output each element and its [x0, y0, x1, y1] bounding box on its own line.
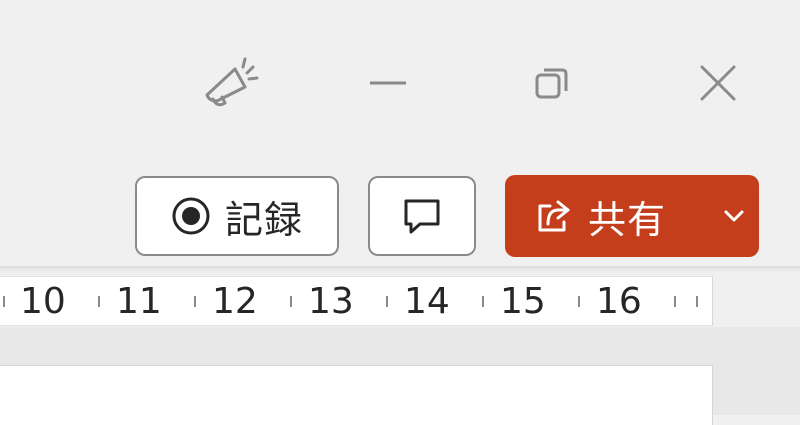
- ruler-tick: [3, 296, 5, 307]
- close-icon: [700, 65, 736, 101]
- share-dropdown-button[interactable]: [709, 175, 759, 257]
- horizontal-ruler[interactable]: 10 11 12 13 14 15 16: [0, 276, 713, 326]
- megaphone-icon[interactable]: [190, 52, 270, 114]
- ruler-tick: [674, 296, 676, 307]
- ruler-number: 16: [596, 281, 642, 322]
- ruler-number: 14: [404, 281, 450, 322]
- ruler-number: 10: [20, 281, 66, 322]
- share-arrow-icon: [538, 200, 570, 232]
- restore-icon: [535, 68, 568, 99]
- restore-button[interactable]: [514, 52, 590, 114]
- ruler-tick: [482, 296, 484, 307]
- ruler-number: 13: [308, 281, 354, 322]
- record-dot-icon: [172, 197, 210, 235]
- ruler-tick: [194, 296, 196, 307]
- ruler-tick: [386, 296, 388, 307]
- ribbon-shadow: [0, 266, 800, 272]
- ribbon-toolbar: 記録 共有: [0, 160, 800, 268]
- ruler-number: 12: [212, 281, 258, 322]
- ruler-number: 15: [500, 281, 546, 322]
- record-button-label: 記録: [224, 197, 303, 242]
- share-main-action[interactable]: 共有: [505, 175, 695, 257]
- title-bar: [0, 0, 800, 160]
- comments-button[interactable]: [368, 176, 476, 256]
- ruler-tick: [696, 296, 698, 307]
- ruler-tick: [578, 296, 580, 307]
- close-button[interactable]: [680, 52, 756, 114]
- ruler-number: 11: [116, 281, 162, 322]
- minimize-button[interactable]: [350, 52, 426, 114]
- chevron-down-icon: [724, 210, 744, 222]
- comment-icon: [404, 199, 440, 234]
- share-button-label: 共有: [587, 197, 666, 242]
- ruler-tick: [290, 296, 292, 307]
- share-button[interactable]: 共有: [505, 175, 759, 257]
- ruler-tick: [98, 296, 100, 307]
- document-page[interactable]: [0, 365, 713, 425]
- record-button[interactable]: 記録: [135, 176, 339, 256]
- minimize-icon: [370, 81, 406, 85]
